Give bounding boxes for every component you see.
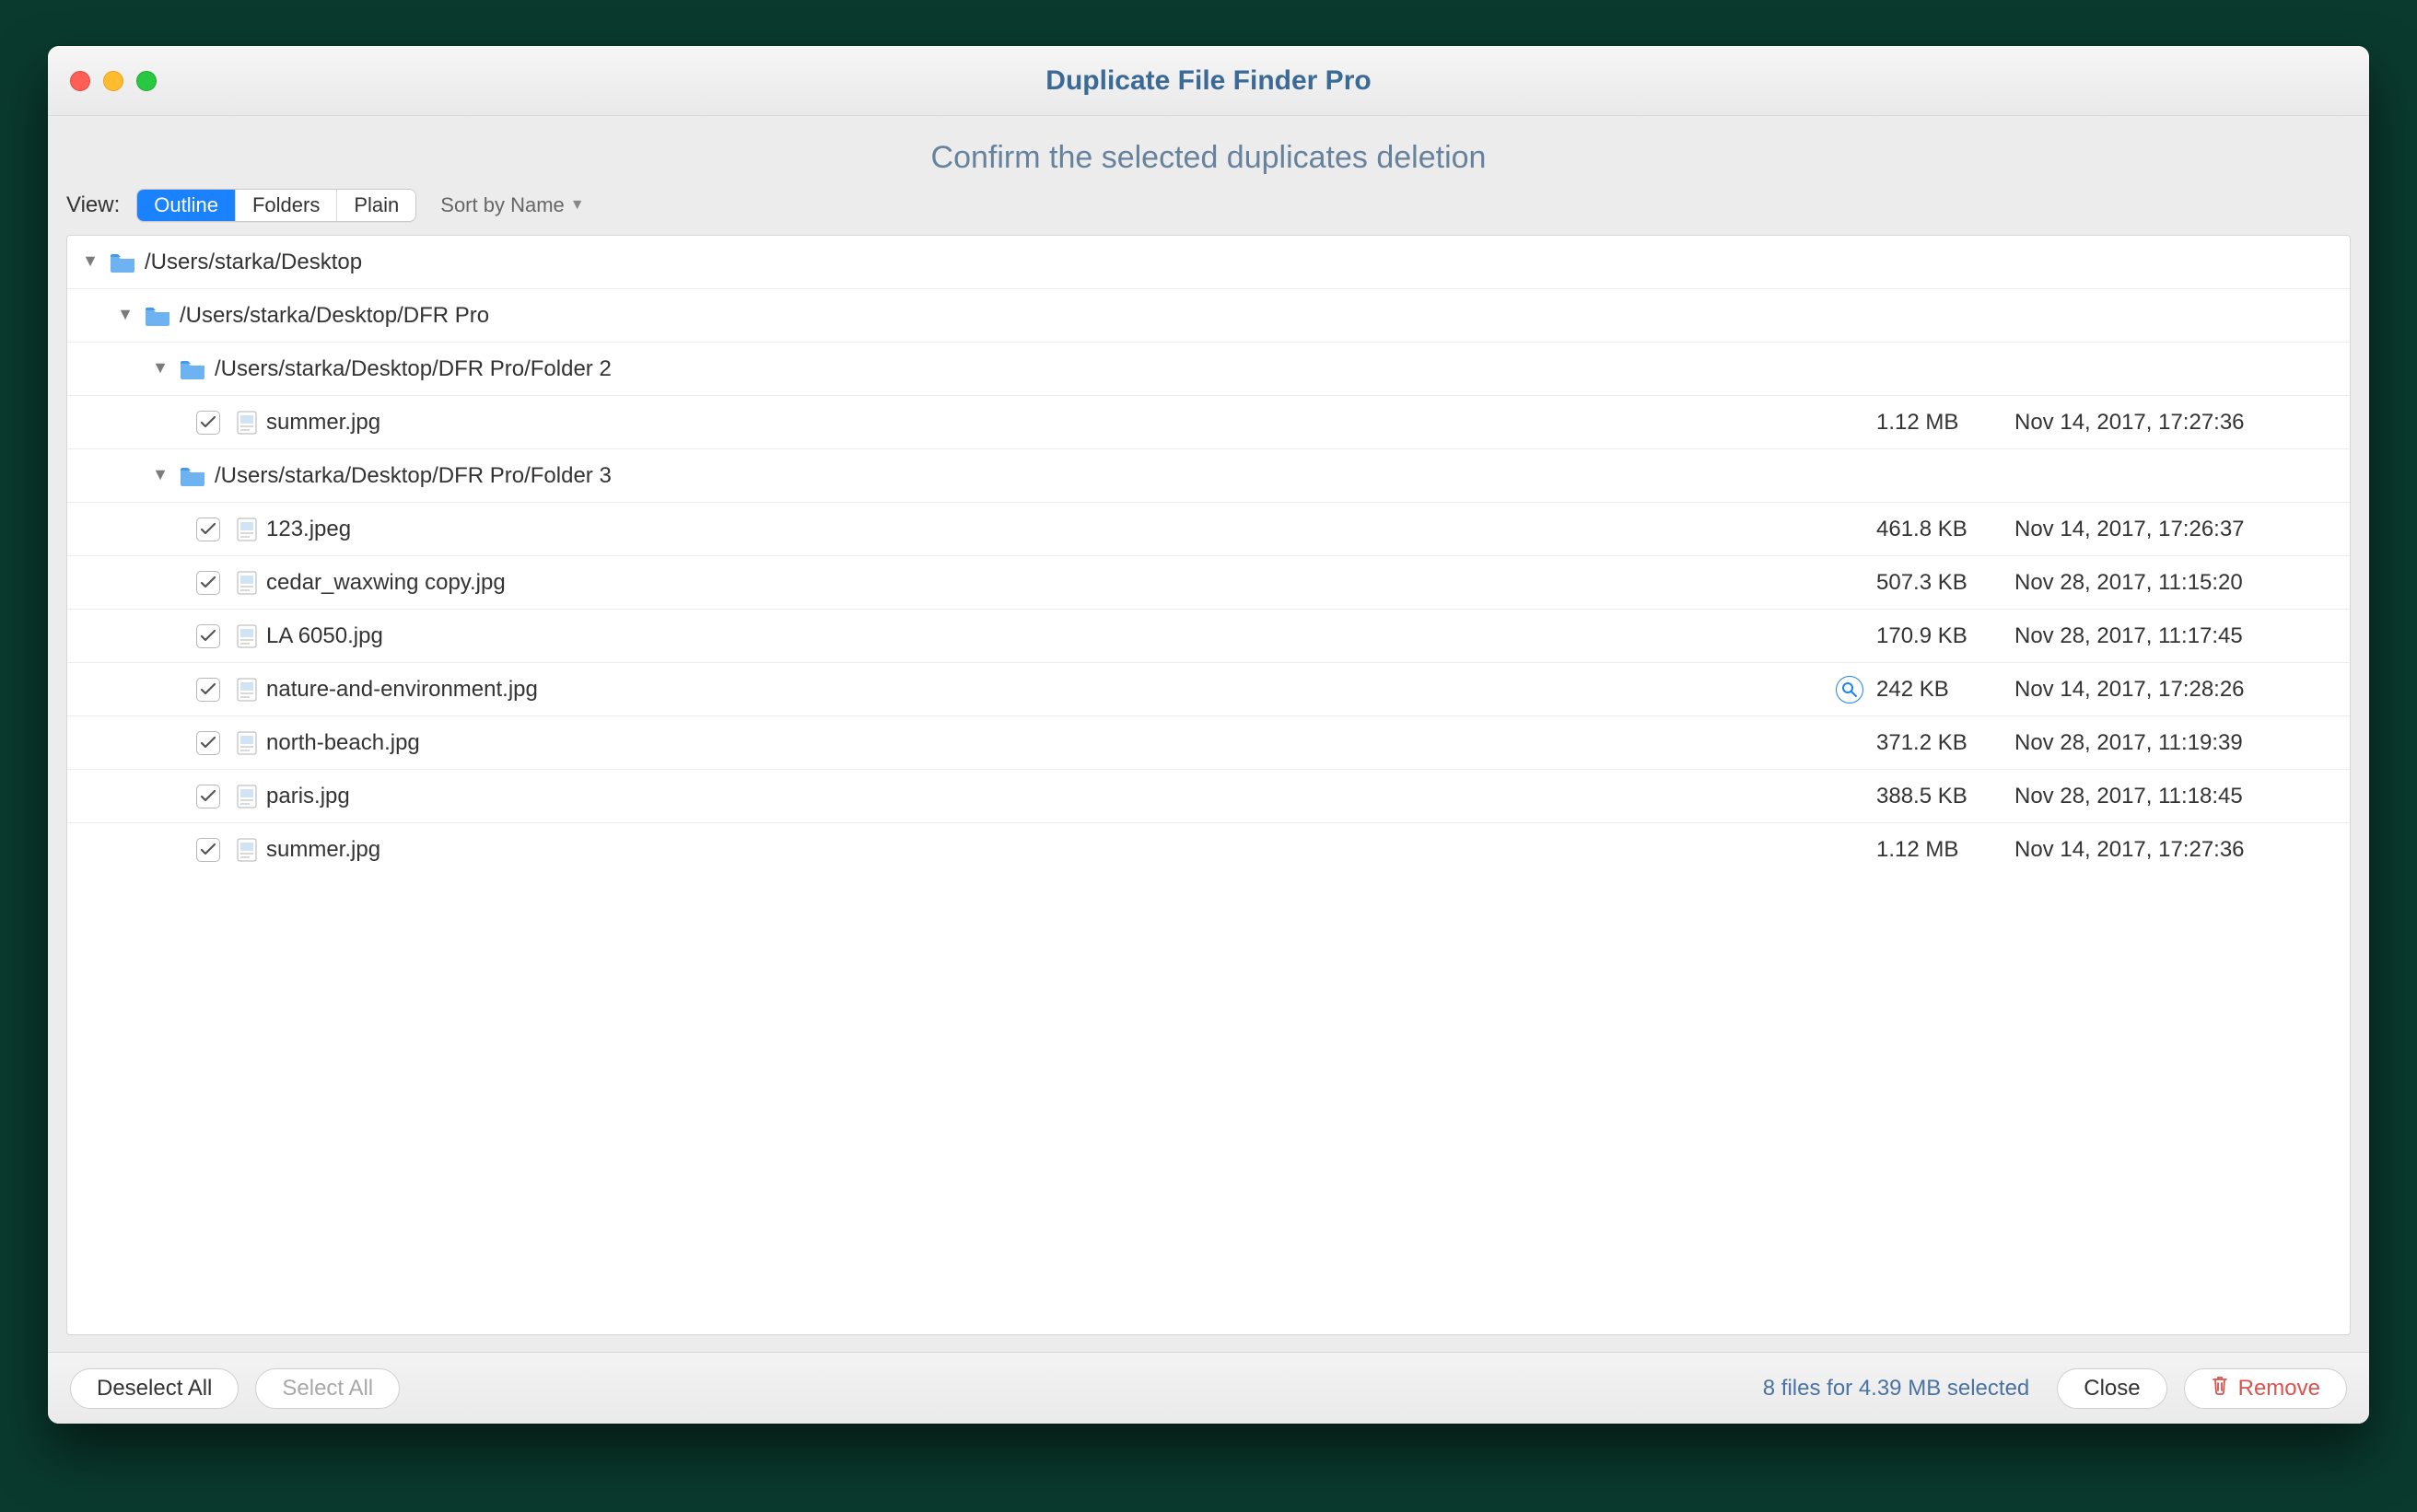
tree-file-row[interactable]: summer.jpg1.12 MBNov 14, 2017, 17:27:36 (67, 823, 2350, 877)
tree-file-row[interactable]: LA 6050.jpg170.9 KBNov 28, 2017, 11:17:4… (67, 610, 2350, 663)
window-controls (70, 71, 157, 91)
trash-icon (2211, 1375, 2229, 1402)
titlebar: Duplicate File Finder Pro (48, 46, 2369, 116)
file-date: Nov 28, 2017, 11:18:45 (2014, 784, 2328, 809)
file-date: Nov 14, 2017, 17:28:26 (2014, 677, 2328, 703)
chevron-down-icon: ▼ (570, 197, 585, 214)
file-name: summer.jpg (257, 410, 1876, 436)
app-window: Duplicate File Finder Pro Confirm the se… (48, 46, 2369, 1424)
file-size: 461.8 KB (1876, 517, 2014, 542)
file-name: paris.jpg (257, 784, 1876, 809)
folder-path: /Users/starka/Desktop/DFR Pro/Folder 3 (205, 463, 2328, 489)
folder-path: /Users/starka/Desktop (135, 250, 2328, 275)
select-all-button[interactable]: Select All (255, 1368, 400, 1409)
page-subtitle: Confirm the selected duplicates deletion (48, 140, 2369, 176)
tree-file-row[interactable]: 123.jpeg461.8 KBNov 14, 2017, 17:26:37 (67, 503, 2350, 556)
image-file-icon (237, 678, 257, 702)
disclosure-triangle-icon[interactable]: ▼ (115, 305, 135, 325)
file-tree[interactable]: ▼ /Users/starka/Desktop ▼ /Users/starka/… (66, 235, 2351, 1335)
selection-status: 8 files for 4.39 MB selected (1763, 1376, 2040, 1402)
file-date: Nov 28, 2017, 11:19:39 (2014, 730, 2328, 756)
file-checkbox[interactable] (196, 838, 220, 862)
image-file-icon (237, 411, 257, 435)
seg-folders[interactable]: Folders (236, 190, 337, 221)
disclosure-triangle-icon[interactable]: ▼ (150, 465, 170, 485)
file-name: north-beach.jpg (257, 730, 1876, 756)
close-button[interactable]: Close (2057, 1368, 2166, 1409)
folder-icon (180, 359, 205, 379)
file-size: 371.2 KB (1876, 730, 2014, 756)
file-checkbox[interactable] (196, 678, 220, 702)
folder-icon (180, 466, 205, 486)
tree-file-row[interactable]: paris.jpg388.5 KBNov 28, 2017, 11:18:45 (67, 770, 2350, 823)
sort-label: Sort by Name (440, 193, 565, 217)
image-file-icon (237, 838, 257, 862)
quicklook-icon[interactable] (1836, 676, 1863, 704)
tree-folder-row[interactable]: ▼ /Users/starka/Desktop/DFR Pro/Folder 2 (67, 343, 2350, 396)
file-date: Nov 14, 2017, 17:27:36 (2014, 410, 2328, 436)
image-file-icon (237, 518, 257, 541)
file-checkbox[interactable] (196, 411, 220, 435)
view-label: View: (66, 192, 120, 218)
file-name: cedar_waxwing copy.jpg (257, 570, 1876, 596)
window-title: Duplicate File Finder Pro (48, 65, 2369, 97)
file-checkbox[interactable] (196, 571, 220, 595)
seg-plain[interactable]: Plain (337, 190, 415, 221)
subheader: Confirm the selected duplicates deletion (48, 116, 2369, 176)
minimize-window-icon[interactable] (103, 71, 123, 91)
file-size: 507.3 KB (1876, 570, 2014, 596)
tree-file-row[interactable]: nature-and-environment.jpg 242 KBNov 14, … (67, 663, 2350, 716)
image-file-icon (237, 624, 257, 648)
disclosure-triangle-icon[interactable]: ▼ (150, 358, 170, 378)
file-name: LA 6050.jpg (257, 623, 1876, 649)
sort-dropdown[interactable]: Sort by Name ▼ (433, 190, 591, 221)
tree-file-row[interactable]: summer.jpg 1.12 MB Nov 14, 2017, 17:27:3… (67, 396, 2350, 449)
folder-icon (145, 306, 170, 326)
image-file-icon (237, 731, 257, 755)
file-size: 242 KB (1876, 677, 2014, 703)
file-date: Nov 14, 2017, 17:26:37 (2014, 517, 2328, 542)
file-name: 123.jpeg (257, 517, 1876, 542)
disclosure-triangle-icon[interactable]: ▼ (80, 251, 100, 272)
file-checkbox[interactable] (196, 785, 220, 808)
tree-file-row[interactable]: north-beach.jpg371.2 KBNov 28, 2017, 11:… (67, 716, 2350, 770)
remove-button[interactable]: Remove (2184, 1368, 2347, 1409)
file-size: 1.12 MB (1876, 410, 2014, 436)
image-file-icon (237, 785, 257, 808)
close-window-icon[interactable] (70, 71, 90, 91)
seg-outline[interactable]: Outline (137, 190, 236, 221)
file-checkbox[interactable] (196, 624, 220, 648)
folder-path: /Users/starka/Desktop/DFR Pro (170, 303, 2328, 329)
file-size: 1.12 MB (1876, 837, 2014, 863)
file-checkbox[interactable] (196, 731, 220, 755)
tree-file-row[interactable]: cedar_waxwing copy.jpg507.3 KBNov 28, 20… (67, 556, 2350, 610)
tree-folder-row[interactable]: ▼ /Users/starka/Desktop/DFR Pro (67, 289, 2350, 343)
file-name: summer.jpg (257, 837, 1876, 863)
file-size: 388.5 KB (1876, 784, 2014, 809)
tree-folder-row[interactable]: ▼ /Users/starka/Desktop (67, 236, 2350, 289)
toolbar: View: Outline Folders Plain Sort by Name… (48, 176, 2369, 235)
file-date: Nov 14, 2017, 17:27:36 (2014, 837, 2328, 863)
file-size: 170.9 KB (1876, 623, 2014, 649)
deselect-all-button[interactable]: Deselect All (70, 1368, 239, 1409)
zoom-window-icon[interactable] (136, 71, 157, 91)
file-date: Nov 28, 2017, 11:17:45 (2014, 623, 2328, 649)
tree-folder-row[interactable]: ▼ /Users/starka/Desktop/DFR Pro/Folder 3 (67, 449, 2350, 503)
file-date: Nov 28, 2017, 11:15:20 (2014, 570, 2328, 596)
file-name: nature-and-environment.jpg (257, 677, 1836, 703)
view-segmented-control: Outline Folders Plain (136, 189, 416, 222)
remove-label: Remove (2238, 1376, 2320, 1402)
image-file-icon (237, 571, 257, 595)
footer: Deselect All Select All 8 files for 4.39… (48, 1352, 2369, 1424)
folder-path: /Users/starka/Desktop/DFR Pro/Folder 2 (205, 356, 2328, 382)
file-checkbox[interactable] (196, 518, 220, 541)
folder-icon (110, 252, 135, 273)
